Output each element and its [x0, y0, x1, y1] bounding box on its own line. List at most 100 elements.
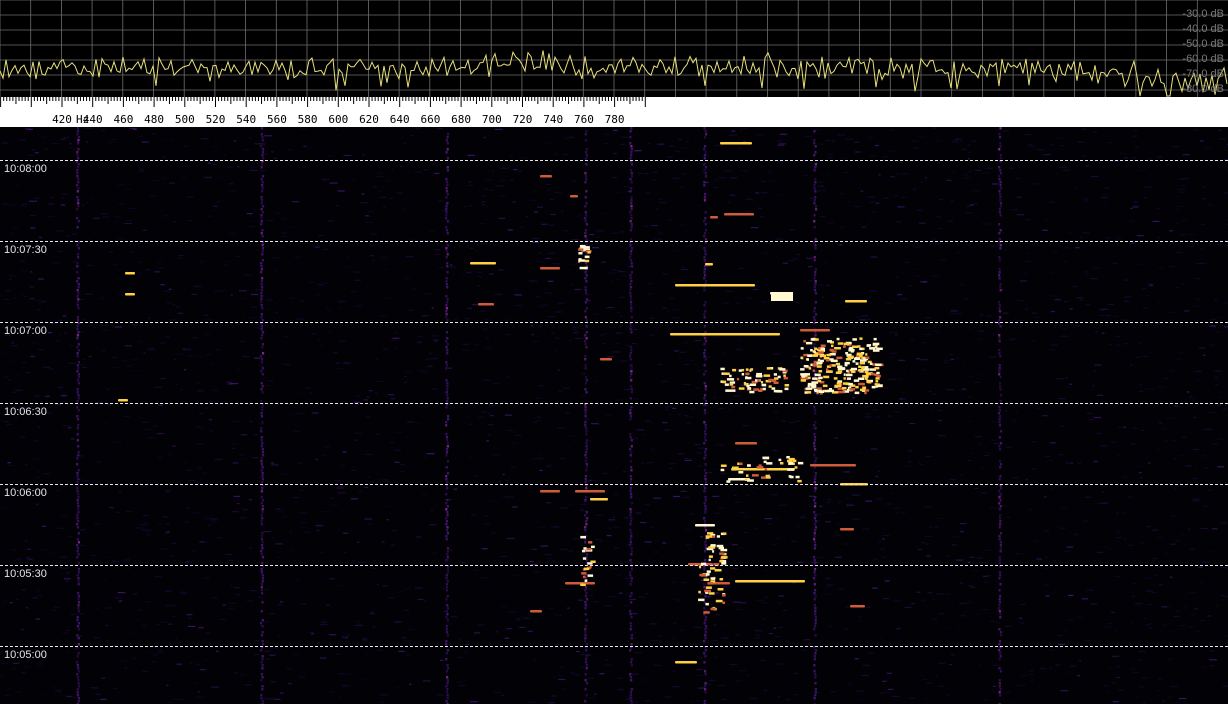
- noise-speck: [705, 189, 708, 191]
- noise-speck: [878, 174, 881, 176]
- carrier-trace: [630, 370, 633, 373]
- noise-speck: [322, 510, 330, 513]
- carrier-trace: [584, 412, 587, 415]
- carrier-trace: [585, 325, 588, 328]
- noise-speck: [735, 634, 740, 636]
- carrier-trace: [703, 148, 706, 151]
- carrier-trace: [446, 691, 449, 694]
- carrier-trace: [630, 385, 633, 388]
- noise-speck: [1068, 619, 1073, 621]
- carrier-trace: [704, 511, 707, 514]
- noise-speck: [392, 337, 400, 339]
- noise-speck: [226, 608, 235, 610]
- carrier-trace: [629, 301, 633, 304]
- noise-speck: [282, 473, 288, 475]
- carrier-trace: [998, 367, 1001, 370]
- noise-speck: [1011, 209, 1019, 211]
- carrier-trace: [704, 628, 707, 631]
- carrier-trace: [998, 490, 1001, 493]
- noise-speck: [24, 540, 28, 542]
- noise-speck: [746, 297, 752, 299]
- noise-speck: [755, 134, 763, 136]
- noise-speck: [303, 145, 307, 147]
- burst-cell: [710, 607, 716, 611]
- time-gridline: [0, 160, 1228, 161]
- burst-cell: [866, 380, 871, 384]
- noise-speck: [937, 419, 942, 422]
- noise-speck: [1086, 151, 1090, 153]
- noise-speck: [175, 638, 178, 640]
- burst-cell: [871, 385, 876, 389]
- noise-speck: [1214, 331, 1222, 333]
- carrier-trace: [814, 616, 817, 619]
- carrier-trace: [703, 550, 707, 553]
- noise-speck: [63, 332, 67, 334]
- noise-speck: [163, 140, 168, 142]
- noise-speck: [1209, 318, 1216, 320]
- burst-cell: [844, 361, 850, 365]
- noise-speck: [1020, 603, 1026, 606]
- spectrum-display[interactable]: -30.0 dB -40.0 dB -50.0 dB -60.0 dB -70.0 dB…: [0, 0, 1228, 97]
- noise-speck: [542, 261, 545, 264]
- noise-speck: [1194, 278, 1201, 280]
- noise-speck: [677, 453, 685, 455]
- carrier-trace: [76, 676, 80, 679]
- noise-speck: [827, 154, 833, 156]
- noise-speck: [776, 194, 782, 196]
- frequency-scale[interactable]: 420 Hz 440 460 480 500 520 540 560 580 600 620 640 66…: [0, 97, 1228, 212]
- noise-speck: [346, 256, 350, 258]
- noise-speck: [578, 599, 584, 601]
- noise-speck: [375, 176, 384, 178]
- noise-speck: [370, 255, 375, 257]
- carrier-trace: [584, 604, 587, 607]
- carrier-trace: [703, 136, 707, 139]
- carrier-trace: [77, 142, 80, 145]
- carrier-trace: [445, 700, 448, 703]
- carrier-trace: [76, 169, 79, 172]
- noise-speck: [130, 642, 133, 644]
- noise-speck: [732, 601, 741, 603]
- noise-speck: [916, 608, 920, 610]
- noise-speck: [1004, 249, 1007, 251]
- noise-speck: [572, 328, 578, 330]
- noise-speck: [622, 186, 630, 188]
- noise-speck: [169, 319, 177, 321]
- carrier-trace: [630, 172, 633, 175]
- carrier-trace: [630, 493, 633, 496]
- carrier-trace: [630, 214, 633, 217]
- noise-speck: [1030, 243, 1037, 245]
- carrier-trace: [445, 295, 448, 298]
- carrier-trace: [630, 205, 633, 208]
- noise-speck: [101, 129, 106, 131]
- noise-speck: [433, 339, 438, 341]
- noise-speck: [667, 219, 672, 221]
- carrier-trace: [446, 499, 449, 502]
- carrier-trace: [76, 244, 79, 247]
- noise-speck: [390, 398, 395, 400]
- noise-speck: [164, 336, 171, 338]
- noise-speck: [570, 264, 577, 266]
- noise-speck: [101, 350, 106, 352]
- noise-speck: [744, 210, 751, 212]
- waterfall-display[interactable]: 10:08:00 10:07:30 10:07:00 10:06:30 10:06:00…: [0, 127, 1228, 704]
- carrier-trace: [998, 409, 1002, 412]
- noise-speck: [65, 651, 68, 653]
- noise-speck: [367, 210, 375, 212]
- noise-speck: [836, 134, 845, 136]
- noise-speck: [159, 548, 168, 550]
- noise-speck: [137, 261, 142, 263]
- carrier-trace: [261, 250, 264, 253]
- noise-speck: [1090, 603, 1098, 605]
- carrier-trace: [630, 367, 633, 370]
- burst-cell: [591, 545, 595, 549]
- noise-speck: [57, 387, 64, 389]
- noise-speck: [43, 694, 47, 696]
- noise-speck: [806, 455, 809, 457]
- noise-speck: [1185, 465, 1192, 467]
- noise-speck: [3, 352, 7, 354]
- carrier-trace: [77, 508, 80, 511]
- noise-speck: [236, 323, 240, 325]
- noise-speck: [918, 181, 923, 183]
- noise-speck: [82, 366, 87, 369]
- carrier-trace: [703, 394, 707, 397]
